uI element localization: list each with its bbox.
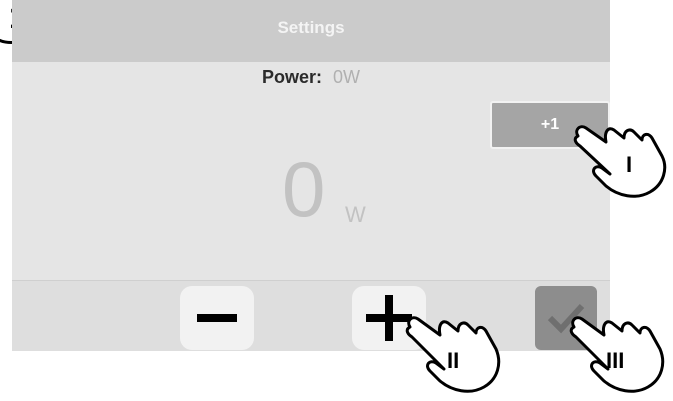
power-display-unit: W — [345, 202, 366, 227]
page-title: Settings — [277, 18, 345, 37]
callout-label-1: I — [626, 152, 633, 177]
minus-icon — [197, 314, 237, 322]
settings-header: Settings — [12, 0, 610, 62]
power-display-value: 0 — [282, 145, 326, 233]
power-readout: Power: 0W — [12, 67, 610, 88]
hand-pointer-icon — [573, 125, 667, 198]
control-bar — [12, 280, 610, 351]
power-value: 0W — [333, 67, 361, 87]
decrease-button[interactable] — [180, 286, 254, 350]
device-screen: Settings Power: 0W +1 0 W — [12, 0, 610, 351]
callout-label-3: III — [606, 348, 625, 373]
callout-label-2: II — [447, 348, 460, 373]
power-label: Power: — [261, 67, 322, 87]
